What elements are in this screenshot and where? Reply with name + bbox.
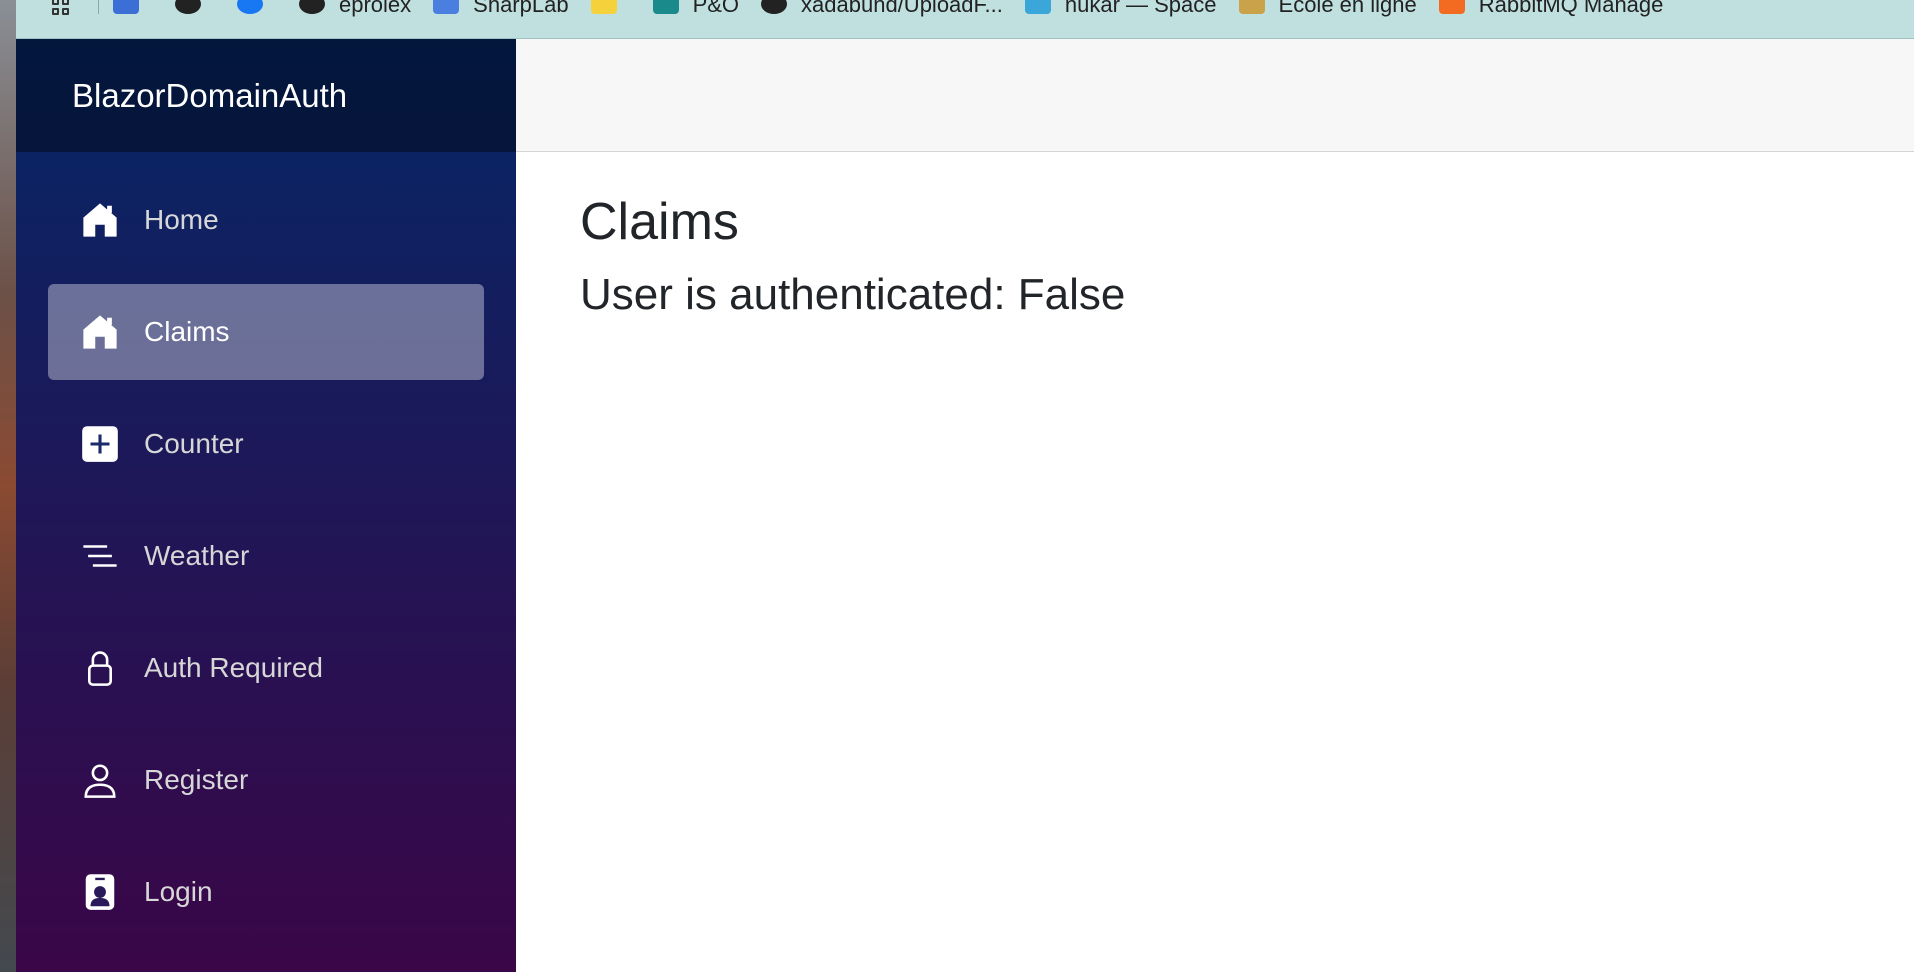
brand-link[interactable]: BlazorDomainAuth (72, 77, 347, 115)
globe-icon (299, 0, 325, 14)
bookmarks-separator (98, 0, 99, 14)
nav-item-weather[interactable]: Weather (48, 508, 484, 604)
github-icon (175, 0, 201, 14)
nav-item-auth-required[interactable]: Auth Required (48, 620, 484, 716)
nav-item-label: Auth Required (144, 652, 324, 683)
bookmark-sharplab[interactable]: SharpLab (433, 0, 569, 18)
lock-icon (80, 648, 120, 688)
person-icon (80, 760, 120, 800)
bookmark-mail[interactable] (113, 0, 153, 18)
sharplab-icon (433, 0, 460, 14)
bookmark-ecole[interactable]: École en ligne (1238, 0, 1417, 18)
nav-item-label: Home (144, 204, 219, 235)
nav-item-label: Weather (144, 540, 250, 571)
school-icon (1238, 0, 1265, 14)
desktop-wallpaper (0, 0, 16, 972)
person-badge-icon (80, 872, 120, 912)
page-title: Claims (580, 193, 739, 251)
miro-icon (590, 0, 617, 14)
nav-item-label: Login (144, 876, 213, 907)
nav-item-label: Claims (144, 316, 230, 347)
nav-item-label: Counter (144, 428, 244, 459)
bookmark-po[interactable]: P&O (652, 0, 739, 18)
bookmark-space[interactable]: nukar — Space (1024, 0, 1217, 18)
github-icon (761, 0, 788, 14)
home-icon (80, 312, 120, 352)
nav-item-label: Register (144, 764, 249, 795)
nav-item-claims[interactable]: Claims (48, 284, 484, 380)
app-root: BlazorDomainAuth Home Claims Counter Wea… (16, 39, 1914, 972)
sharepoint-icon (652, 0, 679, 14)
bookmark-facebook[interactable] (237, 0, 277, 18)
space-icon (1024, 0, 1051, 14)
bookmark-miro[interactable] (590, 0, 631, 18)
facebook-icon (237, 0, 263, 14)
main-content: Claims User is authenticated: False (516, 39, 1914, 972)
rabbitmq-icon (1438, 0, 1465, 14)
bookmark-uploadf[interactable]: xadabund/UploadF... (761, 0, 1003, 18)
home-icon (80, 200, 120, 240)
sidebar: BlazorDomainAuth Home Claims Counter Wea… (16, 39, 516, 972)
bookmark-eprolex[interactable]: eprolex (299, 0, 411, 18)
nav-item-home[interactable]: Home (48, 172, 484, 268)
plus-square-icon (80, 424, 120, 464)
list-lines-icon (80, 536, 120, 576)
nav-item-register[interactable]: Register (48, 732, 484, 828)
bookmark-rabbitmq[interactable]: RabbitMQ Manage (1438, 0, 1663, 18)
bookmark-github[interactable] (175, 0, 215, 18)
auth-status: User is authenticated: False (580, 270, 1126, 319)
brand-bar: BlazorDomainAuth (16, 39, 516, 152)
top-row (516, 39, 1914, 152)
mail-icon (113, 0, 139, 14)
bookmarks-bar: eprolex SharpLab P&O xadabund/UploadF...… (16, 0, 1914, 39)
apps-grid-icon[interactable] (52, 0, 70, 15)
nav-menu: Home Claims Counter Weather Auth Require… (16, 152, 516, 940)
nav-item-counter[interactable]: Counter (48, 396, 484, 492)
nav-item-login[interactable]: Login (48, 844, 484, 940)
content-area: Claims User is authenticated: False (516, 152, 1914, 360)
